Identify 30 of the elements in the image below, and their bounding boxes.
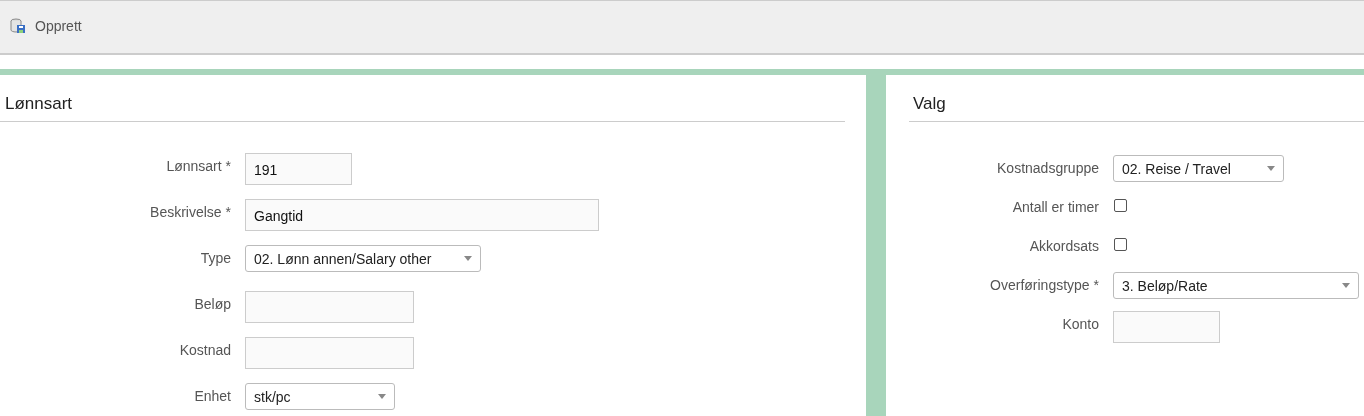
field-label: Antall er timer: [1011, 198, 1099, 215]
field-label: Overføringstype *: [989, 276, 1099, 293]
select-field[interactable]: 02. Lønn annen/Salary other: [245, 245, 481, 272]
select-field[interactable]: 3. Beløp/Rate: [1113, 272, 1359, 299]
section-title: Lønnsart: [0, 75, 845, 122]
field-label: Beløp: [193, 295, 231, 312]
field-label: Lønnsart *: [165, 157, 231, 174]
field-label: Kostnad: [178, 341, 231, 358]
field-label: Enhet: [193, 387, 231, 404]
section-title: Valg: [909, 75, 1364, 122]
select-field[interactable]: 02. Reise / Travel: [1113, 155, 1284, 182]
create-button[interactable]: Opprett: [10, 18, 82, 34]
caret-icon: [1342, 283, 1350, 288]
field-label: Type: [199, 249, 231, 266]
field-label: Kostnadsgruppe: [996, 159, 1099, 176]
text-field[interactable]: [245, 337, 414, 369]
field-label: Akkordsats: [1028, 237, 1099, 254]
caret-icon: [378, 394, 386, 399]
checkbox[interactable]: [1114, 199, 1127, 212]
field-label: Konto: [1061, 315, 1099, 332]
database-save-icon: [10, 18, 26, 34]
field-label: Beskrivelse *: [149, 203, 231, 220]
select-field[interactable]: stk/pc: [245, 383, 395, 410]
checkbox[interactable]: [1114, 238, 1127, 251]
text-field[interactable]: [245, 291, 414, 323]
caret-icon: [464, 256, 472, 261]
text-field[interactable]: Gangtid: [245, 199, 599, 231]
caret-icon: [1267, 166, 1275, 171]
text-field[interactable]: 191: [245, 153, 352, 185]
text-field[interactable]: [1113, 311, 1220, 343]
